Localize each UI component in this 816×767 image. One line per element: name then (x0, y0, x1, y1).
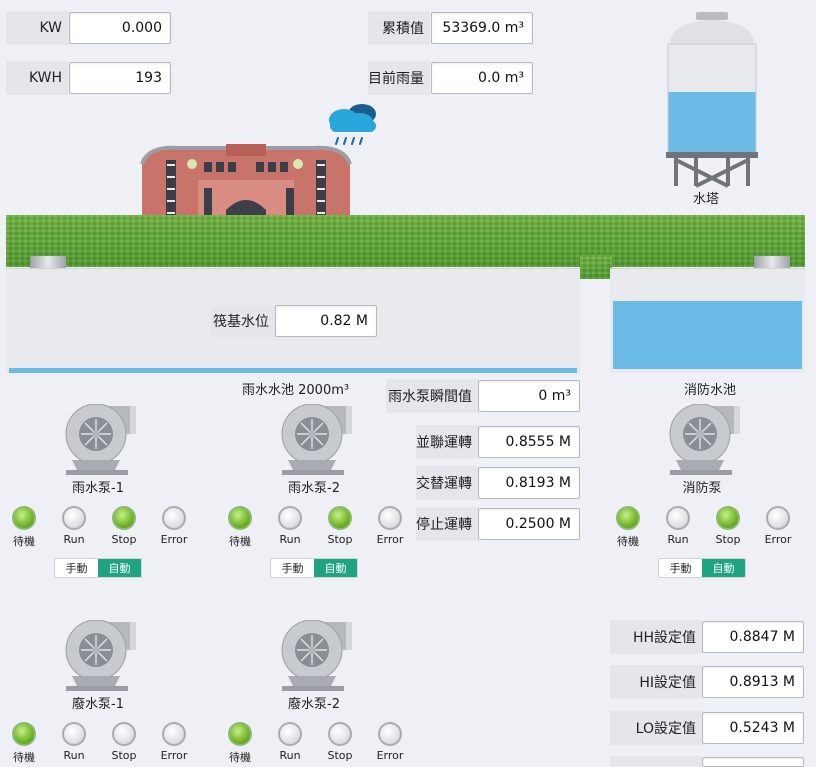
status-light-error (378, 506, 402, 530)
pump-icon (58, 403, 138, 476)
mode-alternate-value: 0.8193 M (478, 467, 580, 499)
next-setpoint-label (610, 756, 702, 766)
pump-name: 廢水泵-2 (288, 697, 340, 712)
kw-label: KW (6, 11, 68, 45)
status-label: Run (279, 533, 301, 546)
pump-icon (58, 619, 138, 692)
status-label: Run (279, 749, 301, 762)
lo-setpoint-value: 0.5243 M (702, 712, 804, 744)
status-light-error (162, 506, 186, 530)
pump-flow-value: 0 m³ (478, 380, 580, 412)
manual-option[interactable]: 手動 (659, 559, 702, 577)
mode-parallel-label: 並聯運轉 (416, 425, 478, 459)
status-label: Error (376, 749, 404, 762)
kwh-value: 193 (69, 62, 171, 94)
status-light-standby (228, 722, 252, 746)
pump-name: 消防泵 (682, 481, 722, 496)
status-light-run (278, 506, 302, 530)
fire-tank (610, 268, 805, 373)
status-label: Run (667, 533, 689, 546)
auto-option[interactable]: 自動 (702, 559, 745, 577)
kw-value: 0.000 (69, 12, 171, 44)
ground (6, 215, 805, 267)
rain-tank-water (9, 368, 577, 373)
water-tower-icon (666, 12, 758, 188)
mode-toggle[interactable]: 手動 自動 (54, 558, 142, 578)
current-rain-label: 目前雨量 (368, 61, 430, 95)
kwh-label: KWH (6, 61, 68, 95)
status-label: Run (63, 533, 85, 546)
mode-alternate-label: 交替運轉 (416, 466, 478, 500)
fire-tank-water (613, 301, 802, 369)
status-light-standby (12, 722, 36, 746)
status-label: 待機 (13, 535, 35, 548)
current-rain-value: 0.0 m³ (431, 62, 533, 94)
lo-setpoint-label: LO設定值 (610, 711, 702, 745)
status-light-stop (328, 506, 352, 530)
status-label: Error (376, 533, 404, 546)
status-label: Stop (715, 533, 741, 546)
cumulative-value: 53369.0 m³ (431, 12, 533, 44)
status-light-run (62, 506, 86, 530)
status-label: 待機 (13, 751, 35, 764)
status-light-stop (112, 506, 136, 530)
pump-name: 雨水泵-1 (72, 481, 124, 496)
raft-level-value: 0.82 M (275, 305, 377, 337)
pump-name: 雨水泵-2 (288, 481, 340, 496)
status-light-standby (228, 506, 252, 530)
status-light-stop (328, 722, 352, 746)
manual-option[interactable]: 手動 (55, 559, 98, 577)
status-light-standby (12, 506, 36, 530)
mode-parallel-value: 0.8555 M (478, 426, 580, 458)
status-light-error (378, 722, 402, 746)
status-light-run (666, 506, 690, 530)
raft-level-label: 筏基水位 (211, 305, 275, 337)
status-label: Stop (327, 749, 353, 762)
status-label: Stop (111, 749, 137, 762)
mode-stop-label: 停止運轉 (416, 507, 478, 541)
status-light-error (766, 506, 790, 530)
status-light-error (162, 722, 186, 746)
status-light-standby (616, 506, 640, 530)
pump-icon (274, 619, 354, 692)
status-light-run (62, 722, 86, 746)
hi-setpoint-label: HI設定值 (610, 665, 702, 699)
pump-icon (274, 403, 354, 476)
ground-gap (580, 255, 612, 279)
auto-option[interactable]: 自動 (98, 559, 141, 577)
mode-toggle[interactable]: 手動 自動 (658, 558, 746, 578)
status-label: Error (160, 533, 188, 546)
pump-name: 廢水泵-1 (72, 697, 124, 712)
cumulative-label: 累積值 (368, 11, 430, 45)
status-label: Error (160, 749, 188, 762)
pump-icon (662, 403, 742, 476)
status-label: Stop (111, 533, 137, 546)
manual-option[interactable]: 手動 (271, 559, 314, 577)
fire-tank-label: 消防水池 (684, 383, 737, 398)
mode-toggle[interactable]: 手動 自動 (270, 558, 358, 578)
status-light-stop (112, 722, 136, 746)
hh-setpoint-label: HH設定值 (610, 620, 702, 654)
status-label: 待機 (617, 535, 639, 548)
hh-setpoint-value: 0.8847 M (702, 621, 804, 653)
rain-tank-label: 雨水水池 2000m³ (242, 383, 350, 398)
status-label: Stop (327, 533, 353, 546)
status-label: Run (63, 749, 85, 762)
hi-setpoint-value: 0.8913 M (702, 666, 804, 698)
status-label: Error (764, 533, 792, 546)
mode-stop-value: 0.2500 M (478, 508, 580, 540)
auto-option[interactable]: 自動 (314, 559, 357, 577)
status-light-run (278, 722, 302, 746)
status-light-stop (716, 506, 740, 530)
water-tower-label: 水塔 (693, 192, 720, 207)
pump-flow-label: 雨水泵瞬間值 (386, 379, 478, 413)
status-label: 待機 (229, 535, 251, 548)
status-label: 待機 (229, 751, 251, 764)
